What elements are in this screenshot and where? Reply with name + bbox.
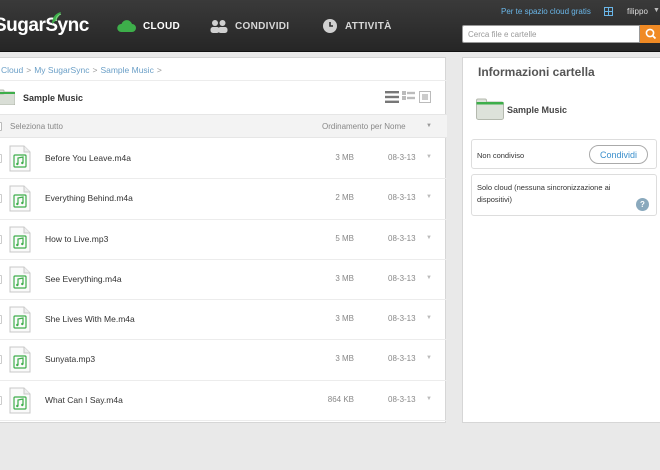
- nav-share[interactable]: CONDIVIDI: [210, 0, 289, 52]
- breadcrumb: Cloud > My SugarSync > Sample Music >: [1, 65, 165, 75]
- file-size: 864 KB: [327, 394, 354, 404]
- breadcrumb-my-sugarsync[interactable]: My SugarSync: [34, 65, 89, 75]
- select-all-checkbox[interactable]: [0, 122, 2, 131]
- folder-icon: [0, 89, 15, 105]
- file-checkbox[interactable]: [0, 315, 2, 325]
- chevron-down-icon[interactable]: ▼: [426, 123, 432, 129]
- file-size: 5 MB: [335, 233, 354, 243]
- share-button[interactable]: Condividi: [589, 145, 648, 164]
- file-date: 08-3-13: [388, 233, 416, 243]
- search-button[interactable]: [640, 25, 660, 43]
- file-date: 08-3-13: [388, 193, 416, 203]
- file-size: 3 MB: [335, 153, 354, 162]
- thumbnail-view-icon[interactable]: [419, 91, 431, 103]
- breadcrumb-cloud[interactable]: Cloud: [1, 65, 23, 75]
- list-header: Seleziona tutto Ordinamento per Nome ▼: [0, 114, 447, 138]
- file-date: 08-3-13: [388, 273, 416, 283]
- file-row[interactable]: See Everything.m4a 3 MB 08-3-13 ▼: [0, 260, 447, 301]
- file-checkbox[interactable]: [0, 234, 2, 244]
- file-row[interactable]: She Lives With Me.m4a 3 MB 08-3-13 ▼: [0, 300, 447, 341]
- help-icon[interactable]: ?: [636, 198, 649, 211]
- chevron-down-icon[interactable]: ▼: [426, 154, 432, 160]
- file-name[interactable]: Before You Leave.m4a: [45, 153, 131, 163]
- gift-icon: [604, 7, 613, 16]
- chevron-down-icon[interactable]: ▼: [426, 275, 432, 281]
- file-name[interactable]: Sunyata.mp3: [45, 354, 95, 364]
- file-checkbox[interactable]: [0, 154, 2, 163]
- folder-title: Sample Music: [23, 93, 84, 103]
- breadcrumb-separator: >: [26, 65, 32, 75]
- clock-icon: [323, 19, 337, 33]
- nav-activity-label: ATTIVITÀ: [345, 20, 392, 32]
- user-menu[interactable]: filippo: [627, 7, 648, 16]
- leaf-logo-icon: [52, 12, 62, 24]
- list-view-icon[interactable]: [385, 91, 399, 103]
- file-name[interactable]: What Can I Say.m4a: [45, 395, 123, 405]
- file-row[interactable]: What Can I Say.m4a 864 KB 08-3-13 ▼: [0, 381, 447, 422]
- music-file-icon: [9, 226, 31, 253]
- file-date: 08-3-13: [388, 153, 416, 162]
- file-checkbox[interactable]: [0, 395, 2, 405]
- nav-activity[interactable]: ATTIVITÀ: [322, 0, 392, 52]
- file-checkbox[interactable]: [0, 274, 2, 284]
- chevron-down-icon[interactable]: ▼: [426, 396, 432, 402]
- cloud-icon: [117, 20, 136, 32]
- file-date: 08-3-13: [388, 354, 416, 364]
- file-name[interactable]: See Everything.m4a: [45, 274, 122, 284]
- share-status: Non condiviso: [477, 151, 525, 160]
- file-date: 08-3-13: [388, 394, 416, 404]
- chevron-down-icon[interactable]: ▼: [426, 235, 432, 241]
- search-input[interactable]: [462, 25, 640, 43]
- panel-title: Informazioni cartella: [478, 65, 595, 79]
- search-icon: [645, 28, 657, 40]
- music-file-icon: [9, 306, 31, 333]
- nav-cloud[interactable]: CLOUD: [116, 0, 180, 52]
- music-file-icon: [9, 185, 31, 212]
- free-space-link[interactable]: Per te spazio cloud gratis: [501, 7, 591, 16]
- file-checkbox[interactable]: [0, 194, 2, 204]
- sync-section: Solo cloud (nessuna sincronizzazione ai …: [471, 174, 657, 216]
- chevron-down-icon: ▼: [653, 7, 660, 14]
- file-row[interactable]: Sunyata.mp3 3 MB 08-3-13 ▼: [0, 340, 447, 381]
- file-size: 3 MB: [335, 314, 354, 324]
- file-row[interactable]: Before You Leave.m4a 3 MB 08-3-13 ▼: [0, 139, 447, 180]
- chevron-down-icon[interactable]: ▼: [426, 355, 432, 361]
- breadcrumb-separator: >: [156, 65, 162, 75]
- music-file-icon: [9, 145, 31, 172]
- file-row[interactable]: How to Live.mp3 5 MB 08-3-13 ▼: [0, 220, 447, 260]
- folder-info-panel: Informazioni cartella Sample Music Non c…: [462, 57, 660, 423]
- share-section: Non condiviso Condividi: [471, 139, 657, 169]
- nav-cloud-label: CLOUD: [143, 20, 181, 32]
- panel-folder-name: Sample Music: [507, 105, 568, 115]
- current-folder: Sample Music: [0, 80, 447, 116]
- file-size: 3 MB: [335, 354, 354, 364]
- nav-share-label: CONDIVIDI: [235, 20, 290, 32]
- file-name[interactable]: Everything Behind.m4a: [45, 193, 133, 203]
- file-size: 2 MB: [335, 193, 354, 203]
- top-bar: SugarSync CLOUD CONDIVIDI ATTIVITÀ Per t…: [0, 0, 660, 52]
- detail-view-icon[interactable]: [402, 91, 415, 103]
- music-file-icon: [9, 266, 31, 293]
- chevron-down-icon[interactable]: ▼: [426, 194, 432, 200]
- people-icon: [210, 20, 228, 33]
- file-checkbox[interactable]: [0, 355, 2, 365]
- sort-dropdown[interactable]: Ordinamento per Nome: [322, 122, 406, 131]
- sync-status: Solo cloud (nessuna sincronizzazione ai …: [477, 183, 611, 204]
- file-size: 3 MB: [335, 273, 354, 283]
- chevron-down-icon[interactable]: ▼: [426, 315, 432, 321]
- file-row[interactable]: Everything Behind.m4a 2 MB 08-3-13 ▼: [0, 179, 447, 220]
- file-browser: Cloud > My SugarSync > Sample Music > Sample …: [0, 57, 447, 423]
- select-all-label[interactable]: Seleziona tutto: [10, 122, 63, 131]
- file-date: 08-3-13: [388, 314, 416, 324]
- music-file-icon: [9, 346, 31, 373]
- file-name[interactable]: She Lives With Me.m4a: [45, 314, 135, 324]
- file-list: Before You Leave.m4a 3 MB 08-3-13 ▼ Everythi…: [0, 139, 447, 422]
- file-name[interactable]: How to Live.mp3: [45, 234, 108, 244]
- breadcrumb-sample-music[interactable]: Sample Music: [100, 65, 153, 75]
- music-file-icon: [9, 387, 31, 414]
- logo[interactable]: SugarSync: [0, 15, 89, 37]
- breadcrumb-separator: >: [92, 65, 98, 75]
- folder-icon: [476, 98, 504, 120]
